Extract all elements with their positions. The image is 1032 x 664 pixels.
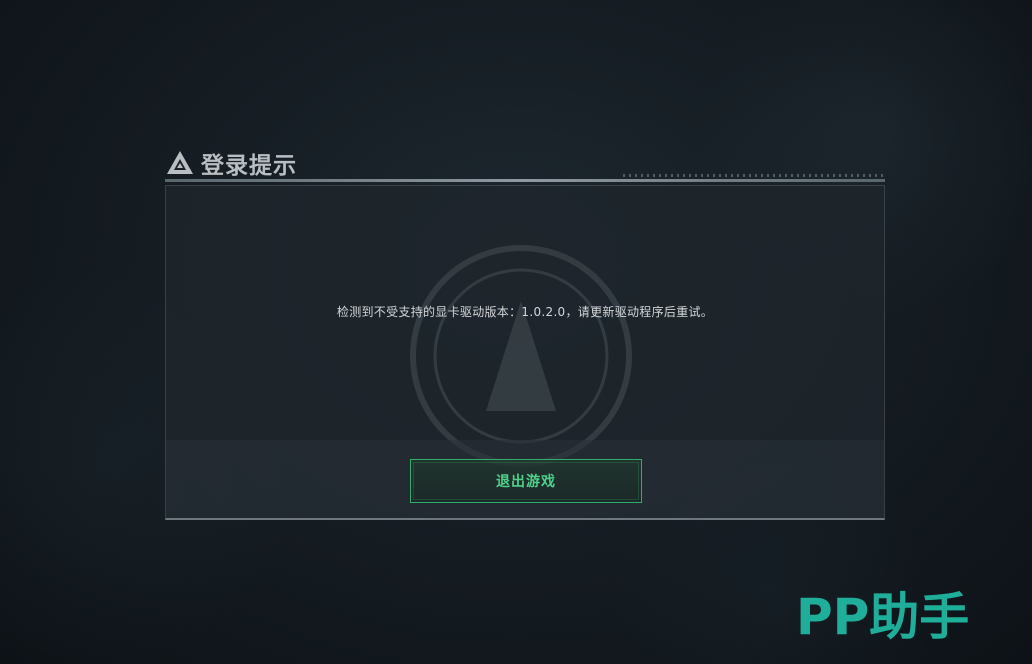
exit-game-button-label: 退出游戏 [496, 474, 556, 490]
pp-assistant-watermark: PP助手 [796, 586, 996, 646]
exit-game-button[interactable]: 退出游戏 [410, 459, 642, 503]
dialog-message: 检测到不受支持的显卡驱动版本：1.0.2.0，请更新驱动程序后重试。 [336, 305, 714, 319]
emblem-watermark-icon [410, 245, 632, 467]
dialog-header: 登录提示 [165, 144, 885, 182]
dialog-title-group: 登录提示 [165, 146, 297, 180]
dialog-body: 检测到不受支持的显卡驱动版本：1.0.2.0，请更新驱动程序后重试。 退出游戏 [165, 185, 885, 520]
triangle-logo-icon [165, 148, 195, 178]
header-divider [165, 179, 885, 182]
watermark-text: PP助手 [796, 588, 969, 646]
header-decoration [623, 174, 883, 177]
dialog-title: 登录提示 [201, 153, 297, 179]
